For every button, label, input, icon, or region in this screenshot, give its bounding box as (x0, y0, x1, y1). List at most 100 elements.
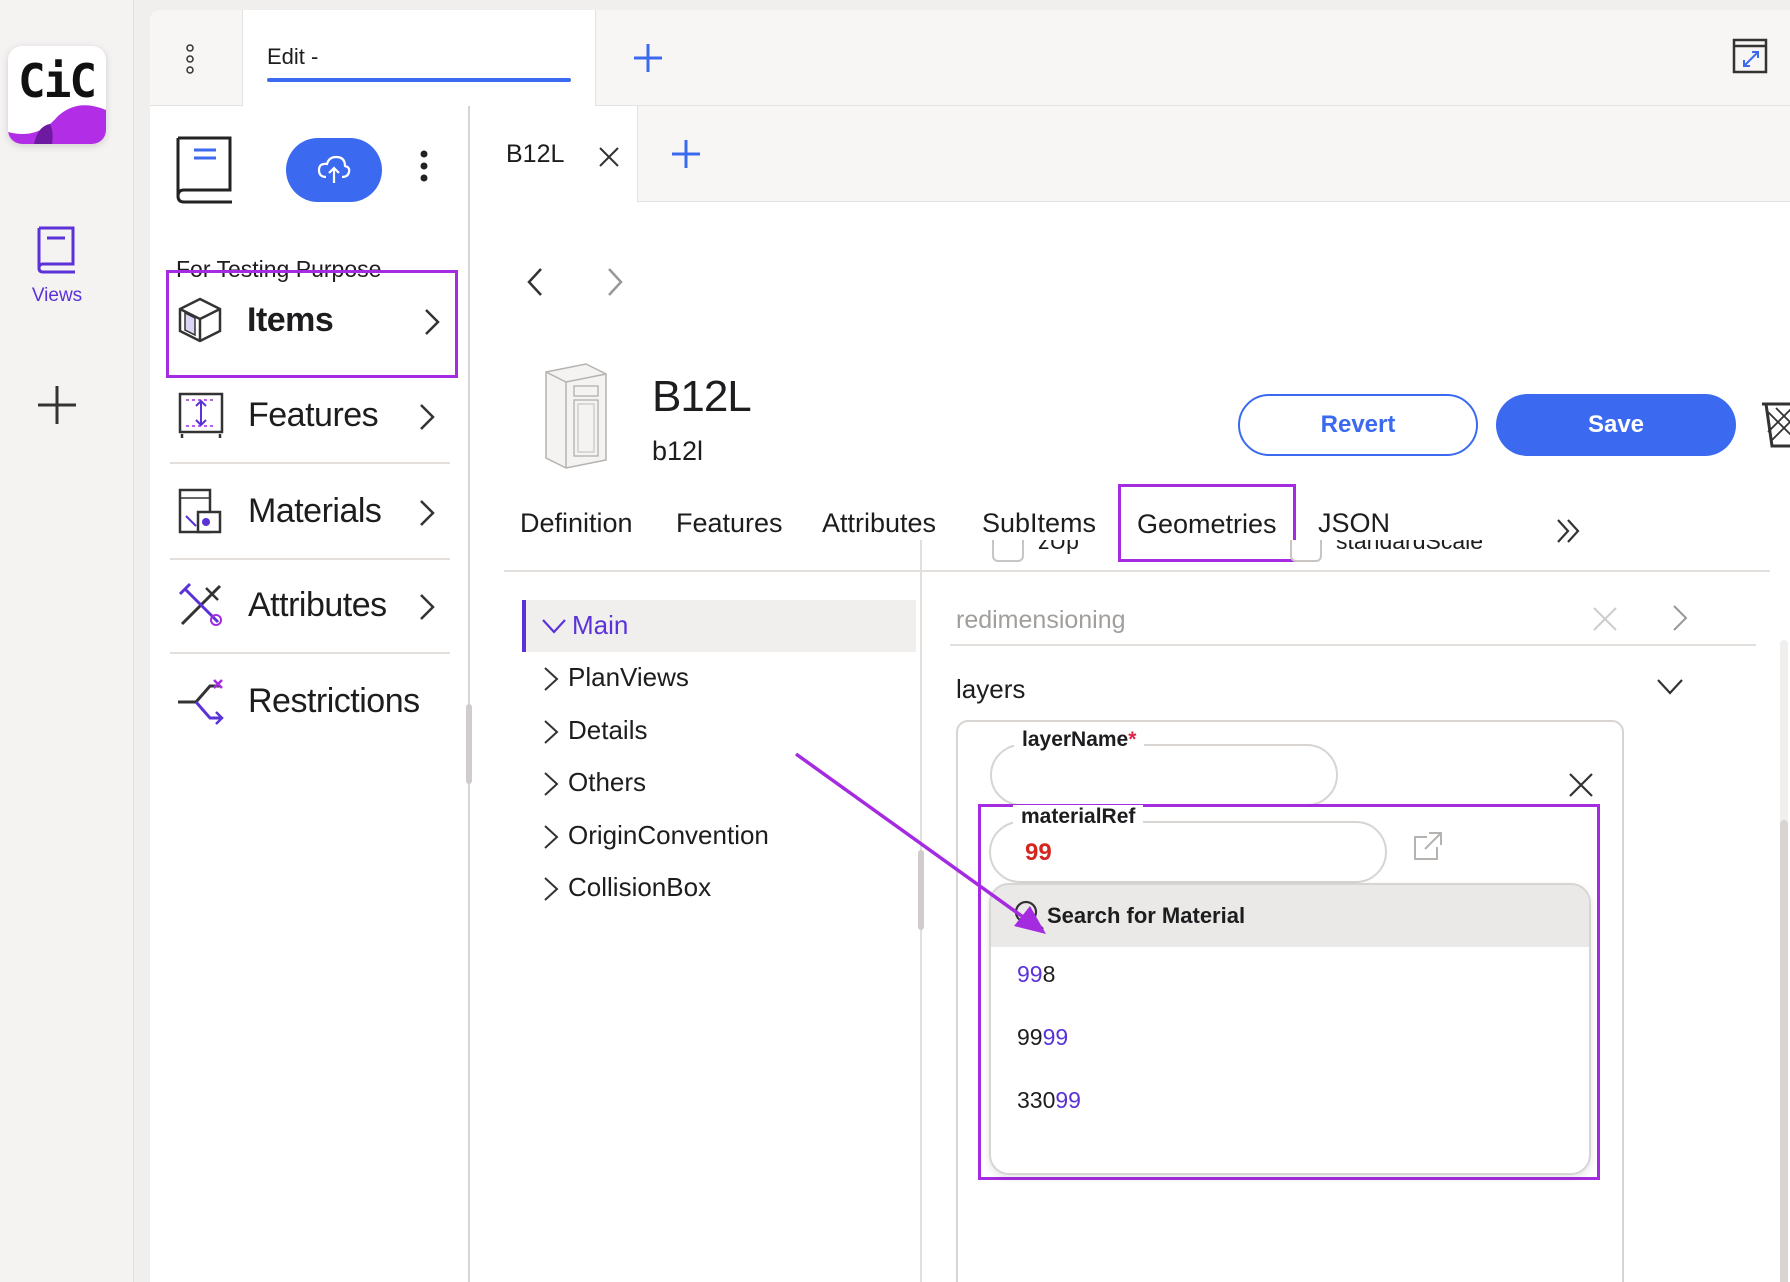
material-option[interactable]: 33099 (1017, 1087, 1081, 1114)
material-search-input[interactable]: Search for Material (991, 885, 1589, 947)
redimensioning-field[interactable]: redimensioning (950, 584, 1756, 646)
tree-item-others[interactable]: Others (522, 757, 916, 809)
add-tab-icon[interactable] (630, 40, 666, 76)
upload-cloud-button[interactable] (286, 138, 382, 202)
tree-item-originconvention[interactable]: OriginConvention (522, 810, 916, 862)
tab-attributes[interactable]: Attributes (822, 508, 936, 539)
tab-json[interactable]: JSON (1318, 508, 1390, 539)
material-option[interactable]: 998 (1017, 961, 1055, 988)
material-search-dropdown: Search for Material 998 9999 33099 (989, 883, 1591, 1175)
nav-item-attributes[interactable]: Attributes (170, 558, 450, 654)
tab-edit[interactable]: Edit - (242, 10, 596, 106)
revert-button[interactable]: Revert (1238, 394, 1478, 456)
chevron-right-icon (544, 667, 559, 691)
cic-logo[interactable]: CiC (8, 46, 106, 144)
tab-features[interactable]: Features (676, 508, 783, 539)
option-text: 99 (1017, 1024, 1043, 1050)
rail-views-button[interactable]: Views (22, 224, 92, 307)
tree-item-planviews[interactable]: PlanViews (522, 652, 916, 704)
nav-item-materials[interactable]: Materials (170, 464, 450, 560)
tree-item-details[interactable]: Details (522, 705, 916, 757)
nav-item-label: Restrictions (248, 682, 420, 720)
trash-icon[interactable] (1760, 396, 1790, 450)
tab-active-indicator (267, 78, 571, 82)
nav-item-features[interactable]: Features (170, 368, 450, 464)
expand-window-icon[interactable] (1732, 38, 1768, 74)
panel-kebab-icon[interactable] (420, 150, 428, 182)
nav-item-label: Items (247, 301, 334, 339)
option-match: 99 (1017, 961, 1043, 987)
tree-item-label: PlanViews (568, 662, 689, 692)
nav-item-label: Attributes (248, 586, 387, 624)
save-button[interactable]: Save (1496, 394, 1736, 456)
option-match: 99 (1042, 1024, 1069, 1050)
standard-scale-label: standardScale (1336, 540, 1484, 554)
tree-item-collisionbox[interactable]: CollisionBox (522, 862, 916, 914)
tab-b12l-label: B12L (506, 140, 565, 168)
zup-checkbox[interactable] (992, 540, 1024, 562)
item-tab-bar: B12L (472, 106, 1790, 202)
chevron-right-icon[interactable] (1672, 604, 1688, 632)
library-book-icon[interactable] (174, 134, 236, 204)
views-book-icon (37, 226, 75, 274)
features-icon (178, 392, 224, 438)
tab-b12l[interactable]: B12L (472, 106, 638, 202)
restrictions-branch-icon (178, 679, 224, 725)
app-rail: CiC Views (0, 0, 134, 1282)
option-text: 8 (1042, 961, 1056, 987)
layers-section-header[interactable]: layers (956, 652, 1756, 714)
close-icon[interactable] (598, 146, 620, 168)
main-window: Edit - For Testing Purpose Items Feature… (150, 10, 1790, 1282)
material-ref-value: 99 (1025, 839, 1052, 866)
back-arrow-icon[interactable] (526, 266, 544, 298)
chevron-right-icon (544, 772, 559, 796)
tab-definition[interactable]: Definition (520, 508, 633, 539)
tree-item-main[interactable]: Main (522, 600, 916, 652)
zup-label: zUp (1038, 540, 1079, 554)
attributes-tools-icon (178, 582, 222, 626)
chevron-right-icon (544, 825, 559, 849)
tree-item-label: OriginConvention (568, 820, 769, 850)
add-item-tab-icon[interactable] (670, 138, 702, 170)
layer-name-text: layerName (1022, 728, 1129, 751)
chevron-down-icon (1657, 679, 1683, 695)
rail-add-icon[interactable] (34, 382, 80, 428)
material-ref-label: materialRef (1013, 805, 1144, 829)
views-label: Views (31, 285, 83, 306)
tab-subitems[interactable]: SubItems (982, 508, 1096, 539)
cube-icon (178, 297, 222, 343)
geometry-form: zUp standardScale redimensioning layers … (924, 540, 1790, 1282)
layer-name-field[interactable]: layerName* (990, 728, 1338, 806)
logo-shape-icon (8, 105, 106, 144)
chevron-right-icon (420, 500, 435, 526)
form-scrollbar[interactable] (1780, 820, 1788, 1282)
kebab-menu-icon[interactable] (186, 44, 194, 74)
material-ref-field[interactable]: materialRef 99 (989, 805, 1387, 883)
chevron-right-icon (425, 309, 440, 335)
chevron-right-icon (420, 404, 435, 430)
standard-scale-checkbox[interactable] (1290, 540, 1322, 562)
item-thumbnail (545, 363, 607, 469)
item-title: B12L (652, 372, 752, 421)
option-text: 330 (1017, 1087, 1056, 1113)
nav-item-label: Materials (248, 492, 382, 530)
tab-edit-label: Edit - (267, 44, 319, 69)
tree-item-label: Main (572, 610, 629, 640)
nav-item-restrictions[interactable]: Restrictions (170, 654, 450, 750)
geometry-tree: Main PlanViews Details Others OriginConv… (522, 600, 922, 1260)
tree-item-label: Details (568, 715, 648, 745)
chevron-right-icon (420, 594, 435, 620)
clear-icon[interactable] (1592, 606, 1618, 632)
cloud-upload-icon (317, 155, 351, 183)
forward-arrow-icon[interactable] (606, 266, 624, 298)
material-option[interactable]: 9999 (1017, 1024, 1068, 1051)
search-icon (1014, 900, 1044, 930)
option-match: 99 (1055, 1087, 1081, 1113)
redimensioning-label: redimensioning (956, 606, 1126, 634)
remove-layer-icon[interactable] (1568, 772, 1594, 798)
nav-item-items[interactable]: Items (166, 270, 458, 378)
detail-area: B12L B12L b12l Revert Save Definition Fe… (472, 106, 1790, 1282)
tree-item-label: CollisionBox (568, 872, 712, 902)
external-link-icon[interactable] (1411, 829, 1445, 863)
layers-label: layers (956, 674, 1026, 704)
